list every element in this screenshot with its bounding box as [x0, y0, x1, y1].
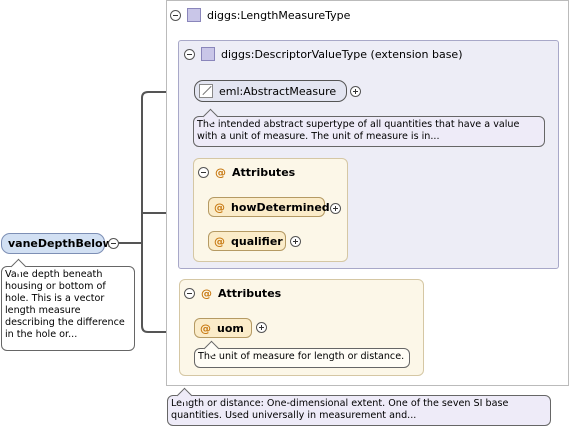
- type-label: diggs:LengthMeasureType: [207, 8, 351, 22]
- extension-label: diggs:DescriptorValueType (extension bas…: [221, 47, 463, 61]
- attribute-label: qualifier: [231, 234, 283, 248]
- expand-icon[interactable]: [350, 86, 361, 97]
- expand-icon[interactable]: [290, 236, 301, 247]
- expand-icon[interactable]: [330, 203, 341, 214]
- attribute-how-determined[interactable]: @ howDetermined: [208, 197, 330, 217]
- complex-type-icon: [201, 47, 215, 61]
- abstract-element-icon: [199, 84, 213, 98]
- expand-icon[interactable]: [256, 322, 267, 333]
- attribute-icon: @: [214, 234, 225, 248]
- attribute-icon: @: [215, 165, 226, 179]
- attribute-label: uom: [217, 321, 244, 335]
- attribute-icon: @: [201, 286, 212, 300]
- attribute-label: howDetermined: [231, 200, 330, 214]
- collapse-icon[interactable]: [184, 48, 195, 60]
- type-header: diggs:LengthMeasureType: [170, 7, 350, 23]
- own-attributes-title: Attributes: [218, 286, 282, 300]
- attribute-icon: @: [200, 321, 211, 335]
- root-element-label: vaneDepthBelow: [8, 237, 113, 250]
- type-doc: Length or distance: One-dimensional exte…: [167, 395, 551, 426]
- abstract-measure-element[interactable]: eml:AbstractMeasure: [194, 80, 347, 102]
- collapse-icon[interactable]: [108, 238, 119, 249]
- collapse-icon[interactable]: [198, 166, 209, 178]
- ext-attributes-header: @ Attributes: [198, 164, 295, 180]
- attribute-uom[interactable]: @ uom: [194, 318, 252, 338]
- extension-header: diggs:DescriptorValueType (extension bas…: [184, 46, 462, 62]
- root-element[interactable]: vaneDepthBelow: [1, 233, 113, 254]
- uom-doc: The unit of measure for length or distan…: [194, 348, 410, 368]
- collapse-icon[interactable]: [184, 287, 195, 299]
- attribute-qualifier[interactable]: @ qualifier: [208, 231, 286, 251]
- abstract-measure-doc: The intended abstract supertype of all q…: [193, 116, 545, 147]
- ext-attributes-title: Attributes: [232, 165, 296, 179]
- complex-type-icon: [187, 8, 201, 22]
- own-attributes-header: @ Attributes: [184, 285, 281, 301]
- collapse-icon[interactable]: [170, 9, 181, 21]
- root-doc: Vane depth beneath housing or bottom of …: [1, 266, 135, 351]
- abstract-measure-label: eml:AbstractMeasure: [219, 84, 337, 98]
- attribute-icon: @: [214, 200, 225, 214]
